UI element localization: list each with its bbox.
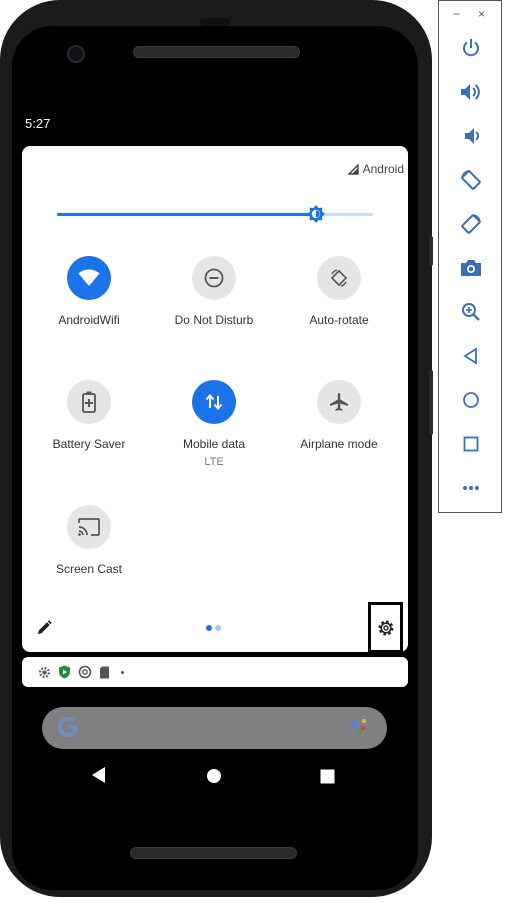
tile-auto-rotate[interactable]: Auto-rotate bbox=[279, 256, 399, 327]
tile-wifi-label: AndroidWifi bbox=[58, 313, 120, 327]
carrier-info: Android bbox=[347, 162, 404, 176]
screenshot-button[interactable] bbox=[459, 256, 483, 280]
power-side-button bbox=[429, 236, 433, 266]
more-button[interactable] bbox=[459, 476, 483, 500]
page-dot-active bbox=[206, 625, 212, 631]
do-not-disturb-icon bbox=[204, 268, 224, 288]
brightness-slider-fill bbox=[57, 213, 317, 216]
nav-home-icon[interactable] bbox=[206, 768, 222, 784]
rotate-right-button[interactable] bbox=[459, 212, 483, 236]
tile-mobile-data-label: Mobile data bbox=[182, 437, 246, 451]
nav-back-icon[interactable] bbox=[91, 766, 107, 784]
tile-screen-cast-label: Screen Cast bbox=[55, 562, 123, 576]
more-dot-icon bbox=[121, 670, 124, 674]
tile-airplane-label: Airplane mode bbox=[300, 437, 378, 451]
auto-rotate-icon bbox=[330, 269, 348, 287]
overview-icon bbox=[463, 436, 479, 452]
brightness-slider[interactable] bbox=[57, 205, 373, 223]
tile-screen-cast-button[interactable] bbox=[67, 505, 111, 549]
sync-icon bbox=[78, 665, 92, 679]
tile-dnd-label: Do Not Disturb bbox=[174, 313, 254, 327]
rotate-left-button[interactable] bbox=[459, 168, 483, 192]
tile-wifi-button[interactable] bbox=[67, 256, 111, 300]
gear-icon bbox=[39, 666, 50, 678]
page-indicator bbox=[206, 625, 221, 631]
page-dot-inactive bbox=[215, 625, 221, 631]
back-button[interactable] bbox=[459, 344, 483, 368]
home-button[interactable] bbox=[459, 388, 483, 412]
power-icon bbox=[463, 39, 479, 57]
volume-down-button[interactable] bbox=[459, 124, 483, 148]
tile-auto-rotate-label: Auto-rotate bbox=[309, 313, 369, 327]
cast-icon bbox=[78, 518, 100, 536]
tile-auto-rotate-button[interactable] bbox=[317, 256, 361, 300]
minimize-button[interactable]: − bbox=[453, 7, 460, 21]
shield-icon bbox=[59, 665, 70, 679]
volume-up-icon bbox=[461, 84, 480, 100]
volume-up-button[interactable] bbox=[459, 80, 483, 104]
airplane-icon bbox=[330, 393, 348, 411]
more-icon bbox=[463, 486, 479, 490]
settings-gear-icon bbox=[378, 620, 393, 635]
tile-mobile-data-button[interactable] bbox=[192, 380, 236, 424]
tile-battery-saver-button[interactable] bbox=[67, 380, 111, 424]
tile-mobile-data-sublabel: LTE bbox=[204, 456, 224, 468]
google-logo-icon bbox=[58, 717, 78, 737]
home-icon bbox=[463, 392, 479, 408]
battery-saver-icon bbox=[82, 391, 96, 413]
tile-screen-cast[interactable]: Screen Cast bbox=[29, 505, 149, 576]
tile-battery-saver-label: Battery Saver bbox=[52, 437, 126, 451]
bottom-speaker bbox=[130, 847, 297, 859]
back-icon bbox=[463, 347, 477, 365]
toolbar-window-controls: − × bbox=[453, 7, 485, 21]
zoom-button[interactable] bbox=[459, 300, 483, 324]
notification-icon-strip[interactable] bbox=[22, 657, 408, 687]
volume-down-icon bbox=[465, 128, 479, 144]
assistant-icon[interactable] bbox=[347, 716, 373, 736]
camera-icon bbox=[461, 260, 481, 276]
overview-button[interactable] bbox=[459, 432, 483, 456]
earpiece-speaker bbox=[133, 46, 300, 58]
nav-overview-icon[interactable] bbox=[320, 769, 335, 784]
sd-card-icon bbox=[100, 666, 109, 678]
wifi-icon bbox=[78, 269, 100, 286]
brightness-thumb[interactable] bbox=[306, 204, 326, 224]
tile-mobile-data[interactable]: Mobile data LTE bbox=[154, 380, 274, 468]
close-button[interactable]: × bbox=[478, 7, 485, 21]
rotate-left-icon bbox=[461, 170, 481, 190]
edit-pencil-icon[interactable] bbox=[36, 620, 52, 636]
volume-side-button bbox=[429, 370, 433, 435]
carrier-name: Android bbox=[362, 162, 404, 176]
tile-do-not-disturb[interactable]: Do Not Disturb bbox=[154, 256, 274, 327]
front-camera-icon bbox=[67, 45, 85, 63]
top-notch bbox=[200, 18, 230, 26]
mobile-data-icon bbox=[205, 393, 223, 411]
zoom-icon bbox=[462, 303, 480, 321]
tile-battery-saver[interactable]: Battery Saver bbox=[29, 380, 149, 451]
emulator-toolbar: − × bbox=[438, 0, 502, 513]
power-button[interactable] bbox=[459, 36, 483, 60]
tile-airplane-mode[interactable]: Airplane mode bbox=[279, 380, 399, 451]
settings-button[interactable] bbox=[368, 602, 403, 653]
brightness-icon bbox=[307, 205, 326, 223]
google-search-bar[interactable] bbox=[42, 707, 387, 749]
tile-dnd-button[interactable] bbox=[192, 256, 236, 300]
tile-wifi[interactable]: AndroidWifi bbox=[29, 256, 149, 327]
signal-icon bbox=[347, 163, 359, 175]
tile-airplane-button[interactable] bbox=[317, 380, 361, 424]
rotate-right-icon bbox=[461, 214, 481, 234]
status-time: 5:27 bbox=[25, 116, 51, 131]
quick-settings-panel: Android AndroidWifi Do Not Disturb Auto-… bbox=[22, 146, 408, 653]
